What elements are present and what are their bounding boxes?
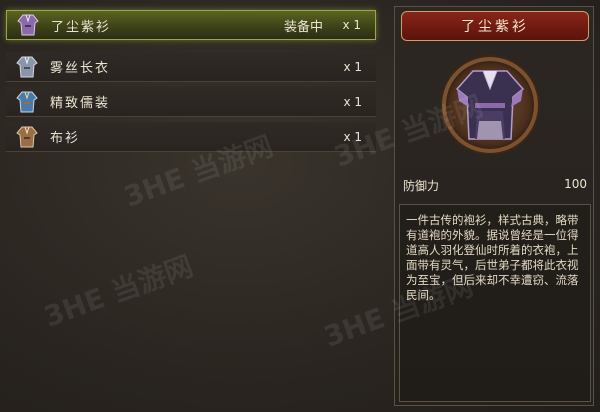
item-name: 布衫 (50, 131, 81, 146)
inventory-list: 了尘紫衫 装备中 x 1 雾丝长衣 x 1 精致儒装 x 1 布衫 x 1 (6, 6, 380, 406)
defense-stat: 防御力 100 (403, 177, 587, 194)
item-name: 了尘紫衫 (51, 19, 112, 35)
item-name: 精致儒装 (50, 96, 111, 111)
grey-robe-icon (14, 54, 40, 80)
list-item-grey-robe[interactable]: 雾丝长衣 x 1 (6, 52, 376, 82)
item-description: 一件古传的袍衫，样式古典，略带有道袍的外貌。据说曾经是一位得道高人羽化登仙时所着… (399, 204, 591, 402)
brown-shirt-icon (14, 124, 40, 150)
item-quantity: x 1 (343, 129, 362, 144)
game-inventory-screen: 了尘紫衫 装备中 x 1 雾丝长衣 x 1 精致儒装 x 1 布衫 x 1 了尘… (0, 0, 600, 412)
description-text: 一件古传的袍衫，样式古典，略带有道袍的外貌。据说曾经是一位得道高人羽化登仙时所着… (406, 213, 579, 302)
list-item-purple-robe[interactable]: 了尘紫衫 装备中 x 1 (6, 10, 376, 40)
item-detail-panel: 了尘紫衫 防御力 100 一件古传的袍衫，样式古典，略带有道袍的外貌。据说曾经是… (394, 6, 594, 406)
item-quantity: x 1 (343, 59, 362, 74)
purple-robe-icon (455, 70, 525, 140)
list-item-brown-shirt[interactable]: 布衫 x 1 (6, 122, 376, 152)
detail-title: 了尘紫衫 (401, 11, 589, 41)
purple-robe-icon (15, 12, 41, 38)
item-name: 雾丝长衣 (50, 61, 111, 76)
stat-label: 防御力 (403, 179, 440, 193)
item-quantity: x 1 (342, 18, 361, 32)
blue-robe-icon (14, 89, 40, 115)
item-portrait (442, 57, 538, 153)
stat-value: 100 (564, 177, 587, 191)
item-quantity: x 1 (343, 94, 362, 109)
list-item-blue-robe[interactable]: 精致儒装 x 1 (6, 87, 376, 117)
equipped-status: 装备中 (283, 19, 323, 35)
